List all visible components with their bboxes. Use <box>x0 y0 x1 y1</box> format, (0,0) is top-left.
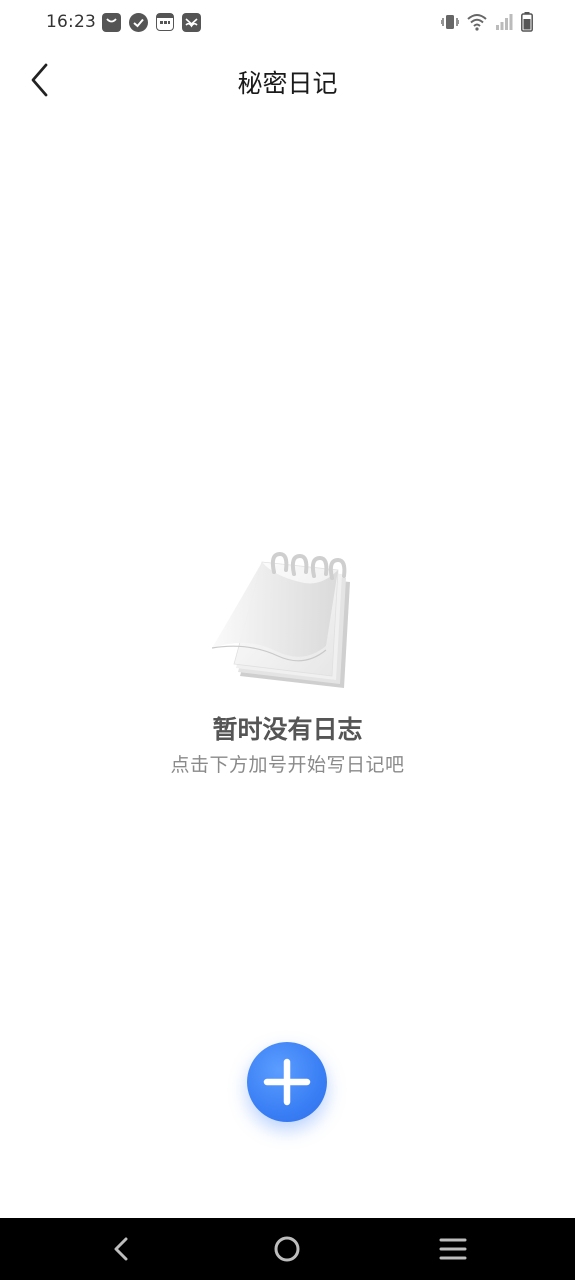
notepad-icon <box>211 551 350 688</box>
battery-icon <box>521 12 533 32</box>
mail-app-icon <box>182 13 201 32</box>
empty-state: 暂时没有日志 点击下方加号开始写日记吧 <box>0 548 575 777</box>
empty-subtitle: 点击下方加号开始写日记吧 <box>170 754 405 776</box>
app-header: 秘密日记 <box>0 48 575 112</box>
system-nav-bar <box>0 1218 575 1280</box>
status-bar: 16:23 <box>0 0 575 48</box>
nav-home-button[interactable] <box>269 1231 305 1267</box>
notification-icons <box>102 13 201 32</box>
page-title: 秘密日记 <box>237 69 338 98</box>
signal-icon <box>496 14 513 30</box>
nav-back-button[interactable] <box>104 1231 140 1267</box>
nav-menu-icon <box>439 1238 467 1260</box>
plus-icon <box>263 1058 311 1106</box>
system-icons <box>441 12 533 32</box>
nav-menu-button[interactable] <box>435 1231 471 1267</box>
check-circle-icon <box>129 13 148 32</box>
wifi-icon <box>467 14 487 31</box>
nav-home-icon <box>274 1236 300 1262</box>
empty-title: 暂时没有日志 <box>212 715 363 744</box>
shopping-bag-icon <box>102 13 121 32</box>
nav-back-icon <box>114 1237 128 1261</box>
calendar-icon <box>156 13 174 31</box>
add-diary-button[interactable] <box>247 1042 327 1122</box>
status-time: 16:23 <box>46 12 96 32</box>
vibrate-icon <box>441 15 459 29</box>
